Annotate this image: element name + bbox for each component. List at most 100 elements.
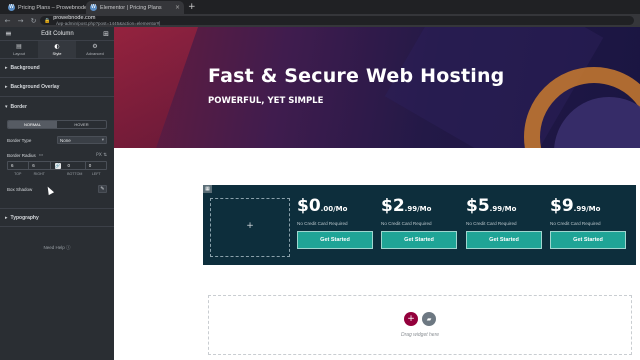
price-dollars: $9 — [550, 196, 574, 216]
browser-address-bar: ← → ↻ 🔒 prowebnode.com/wp-admin/post.php… — [0, 14, 640, 27]
pricing-plan-card: $0.00/Mo No Credit Card Required Get Sta… — [297, 198, 375, 249]
style-icon: ◐ — [54, 43, 60, 50]
tab-style[interactable]: ◐ Style — [38, 41, 76, 58]
section-title: Background Overlay — [10, 84, 60, 90]
site-favicon-icon: W — [8, 4, 15, 11]
forward-icon[interactable]: → — [17, 17, 24, 25]
section-typography[interactable]: ▸ Typography — [0, 208, 114, 227]
tab-advanced[interactable]: ⚙ Advanced — [76, 41, 114, 58]
section-background-overlay[interactable]: ▸ Background Overlay — [0, 78, 114, 97]
section-background[interactable]: ▸ Background — [0, 59, 114, 78]
tab-title: Pricing Plans – Prowebnode.com — [18, 4, 90, 11]
hover-tab[interactable]: HOVER — [57, 121, 106, 128]
section-title: Background — [10, 65, 40, 71]
border-radius-label: Border Radius ▭ — [7, 153, 43, 158]
plan-note: No Credit Card Required — [381, 221, 432, 226]
tab-title: Elementor | Pricing Plans — [100, 4, 162, 11]
get-started-button[interactable]: Get Started — [297, 231, 373, 249]
reload-icon[interactable]: ↻ — [30, 17, 37, 25]
tab-label: Advanced — [86, 51, 104, 56]
radius-right-input[interactable]: 6 — [29, 162, 51, 169]
template-library-folder-icon[interactable]: ▰ — [422, 312, 436, 326]
plan-price: $2.99/Mo — [381, 198, 459, 215]
url-field[interactable]: 🔒 prowebnode.com/wp-admin/post.php?post=… — [40, 15, 634, 26]
layout-icon: ▤ — [16, 43, 22, 50]
price-cents: .00/Mo — [320, 205, 348, 213]
plan-price: $0.00/Mo — [297, 198, 375, 215]
pricing-plan-card: $2.99/Mo No Credit Card Required Get Sta… — [381, 198, 459, 249]
pricing-plan-card: $9.99/Mo No Credit Card Required Get Sta… — [550, 198, 628, 249]
price-dollars: $2 — [381, 196, 405, 216]
units-selector[interactable]: PX ⇅ — [96, 153, 107, 158]
panel-title: Edit Column — [41, 30, 74, 37]
price-cents: .99/Mo — [573, 205, 601, 213]
empty-column-placeholder[interactable]: + — [210, 198, 290, 257]
hero-heading[interactable]: Fast & Secure Web Hosting — [208, 65, 504, 87]
panel-tabs: ▤ Layout ◐ Style ⚙ Advanced — [0, 41, 114, 59]
label-left: LEFT — [91, 172, 101, 176]
edit-pencil-icon[interactable]: ✎ — [98, 185, 107, 193]
normal-hover-toggle: NORMAL HOVER — [7, 120, 107, 129]
hero-decor-shape — [114, 27, 198, 148]
border-controls: NORMAL HOVER Border Type None ▾ Border R… — [0, 116, 114, 194]
plan-note: No Credit Card Required — [550, 221, 601, 226]
pricing-plan-card: $5.99/Mo No Credit Card Required Get Sta… — [466, 198, 544, 249]
elementor-panel: ≡ Edit Column ⊞ ▤ Layout ◐ Style ⚙ Advan… — [0, 27, 114, 360]
add-section-plus-icon[interactable]: + — [404, 312, 418, 326]
radius-labels: TOP RIGHT BOTTOM LEFT — [7, 172, 107, 176]
price-cents: .99/Mo — [489, 205, 517, 213]
tab-label: Style — [52, 51, 62, 56]
browser-tab-elementor[interactable]: W Elementor | Pricing Plans × — [86, 1, 184, 14]
link-values-button[interactable]: 🔗 — [51, 162, 65, 169]
box-shadow-row: Box Shadow ✎ — [7, 184, 107, 194]
price-dollars: $0 — [297, 196, 321, 216]
radius-bottom-input[interactable]: 0 — [65, 162, 86, 169]
caret-right-icon: ▸ — [5, 84, 8, 90]
section-border[interactable]: ▾ Border — [0, 97, 114, 116]
panel-header: ≡ Edit Column ⊞ — [0, 27, 114, 41]
close-tab-icon[interactable]: × — [175, 4, 180, 11]
url-path: /wp-admin/post.php?post=1445&action=elem… — [53, 21, 161, 26]
new-tab-icon[interactable]: + — [188, 2, 196, 12]
drag-widget-text: Drag widget here — [400, 332, 440, 338]
page-canvas: Fast & Secure Web Hosting POWERFUL, YET … — [114, 27, 640, 360]
need-help-link[interactable]: Need Help ⓘ — [0, 245, 114, 251]
label-right: RIGHT — [33, 172, 45, 176]
border-type-row: Border Type None ▾ — [7, 135, 107, 145]
desktop-icon[interactable]: ▭ — [39, 153, 43, 158]
add-section-dropzone[interactable]: + ▰ Drag widget here — [208, 295, 632, 355]
get-started-button[interactable]: Get Started — [381, 231, 457, 249]
label-bottom: BOTTOM — [67, 172, 83, 176]
box-shadow-label: Box Shadow — [7, 186, 33, 192]
caret-right-icon: ▸ — [5, 214, 8, 221]
radius-top-input[interactable]: 6 — [8, 162, 30, 169]
section-title: Border — [10, 103, 27, 110]
border-type-select[interactable]: None ▾ — [57, 136, 107, 144]
radius-left-input[interactable]: 0 — [86, 162, 106, 169]
border-type-label: Border Type — [7, 137, 32, 143]
menu-icon[interactable]: ≡ — [5, 29, 12, 38]
widgets-grid-icon[interactable]: ⊞ — [103, 30, 109, 38]
column-handle-icon[interactable]: ▦ — [203, 185, 212, 193]
hero-section[interactable]: Fast & Secure Web Hosting POWERFUL, YET … — [114, 27, 640, 148]
normal-tab[interactable]: NORMAL — [8, 121, 57, 128]
caret-down-icon: ▾ — [5, 103, 8, 110]
plan-note: No Credit Card Required — [297, 221, 348, 226]
back-icon[interactable]: ← — [4, 17, 11, 25]
price-cents: .99/Mo — [404, 205, 432, 213]
add-element-plus-icon: + — [246, 221, 254, 231]
price-dollars: $5 — [466, 196, 490, 216]
hero-subheading[interactable]: POWERFUL, YET SIMPLE — [208, 96, 323, 106]
url-text: prowebnode.com/wp-admin/post.php?post=14… — [53, 15, 161, 26]
plan-price: $5.99/Mo — [466, 198, 544, 215]
get-started-button[interactable]: Get Started — [466, 231, 542, 249]
lock-icon: 🔒 — [44, 17, 51, 24]
chevron-down-icon: ▾ — [101, 137, 104, 143]
label-top: TOP — [14, 172, 22, 176]
link-icon: 🔗 — [54, 162, 61, 169]
plan-note: No Credit Card Required — [466, 221, 517, 226]
wordpress-favicon-icon: W — [90, 4, 97, 11]
tab-layout[interactable]: ▤ Layout — [0, 41, 38, 58]
get-started-button[interactable]: Get Started — [550, 231, 626, 249]
browser-tab-bar: W Pricing Plans – Prowebnode.com × W Ele… — [0, 0, 640, 14]
